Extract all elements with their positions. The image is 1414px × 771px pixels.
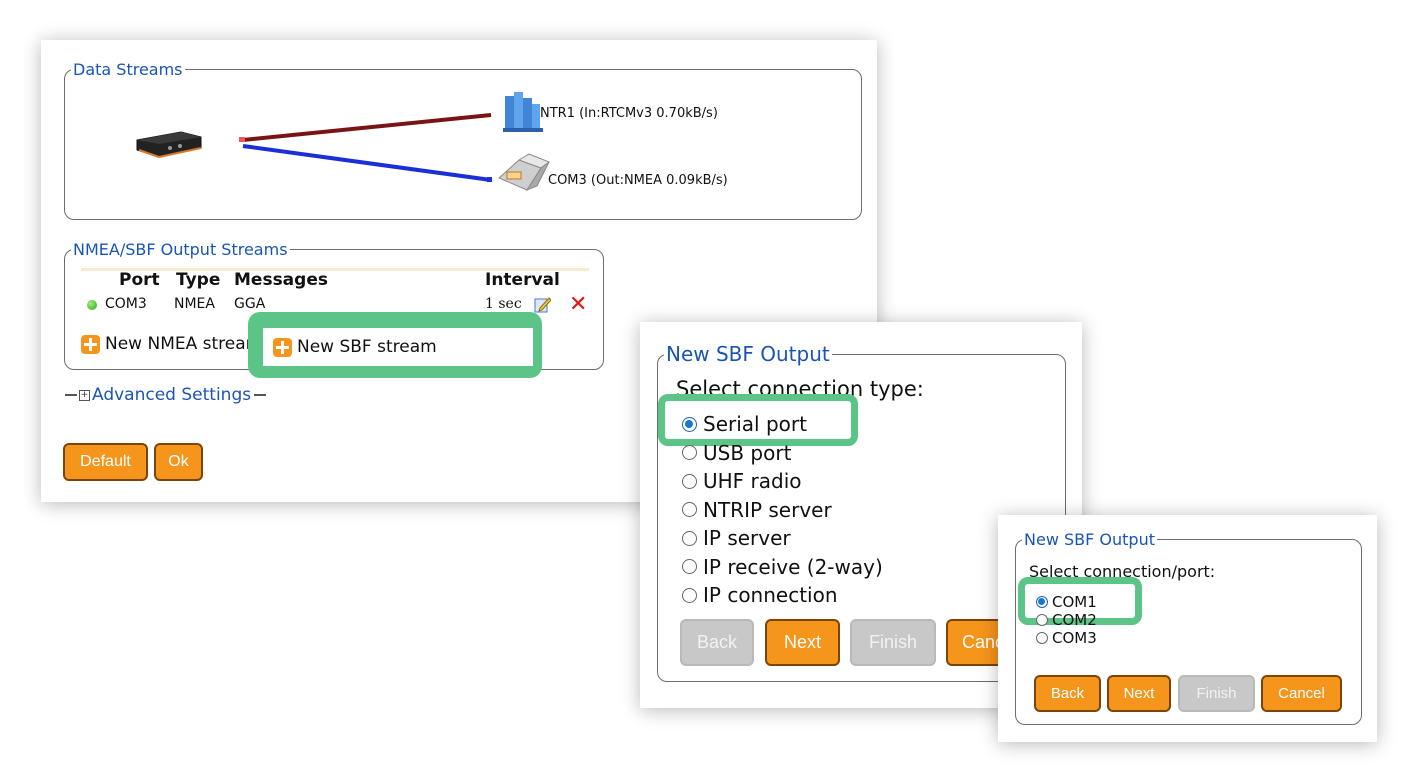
connection-type-option[interactable]: USB port xyxy=(682,441,791,465)
radio-button-icon[interactable] xyxy=(682,587,697,603)
radio-button-icon[interactable] xyxy=(682,416,697,432)
connection-port-option[interactable]: COM2 xyxy=(1036,611,1097,629)
radio-button-icon[interactable] xyxy=(682,502,697,517)
data-streams-diagram xyxy=(136,92,551,192)
connection-port-option[interactable]: COM3 xyxy=(1036,629,1097,647)
edit-icon[interactable] xyxy=(534,296,552,313)
connection-type-option[interactable]: IP receive (2-way) xyxy=(682,555,883,579)
row-port: COM3 xyxy=(105,296,147,312)
wizard-connection-port: New SBF Output Select connection/port: C… xyxy=(998,515,1377,742)
radio-button-icon[interactable] xyxy=(682,445,697,460)
radio-button-icon[interactable] xyxy=(1036,632,1048,644)
connection-type-option[interactable]: UHF radio xyxy=(682,469,802,493)
wizard2-back-button[interactable]: Back xyxy=(1034,675,1101,712)
connection-port-option-label: COM1 xyxy=(1052,593,1097,611)
connection-port-option-label: COM2 xyxy=(1052,611,1097,629)
radio-button-icon[interactable] xyxy=(682,530,697,546)
radio-button-icon[interactable] xyxy=(682,473,697,489)
wizard2-prompt: Select connection/port: xyxy=(1029,562,1216,581)
wizard2-cancel-button[interactable]: Cancel xyxy=(1261,675,1342,712)
col-header-messages: Messages xyxy=(234,270,328,290)
wizard2-finish-button[interactable]: Finish xyxy=(1178,675,1255,712)
wizard1-legend: New SBF Output xyxy=(666,342,830,366)
wizard1-prompt: Select connection type: xyxy=(676,377,924,401)
row-messages: GGA xyxy=(234,296,266,312)
radio-button-icon[interactable] xyxy=(682,559,697,574)
advanced-settings-label: Advanced Settings xyxy=(92,385,252,405)
output-link-line xyxy=(242,144,492,182)
radio-button-icon[interactable] xyxy=(1036,614,1048,626)
connection-type-option-label: IP connection xyxy=(703,583,838,607)
col-header-type: Type xyxy=(176,270,221,290)
radio-button-icon[interactable] xyxy=(1036,596,1048,608)
com-stream-label[interactable]: COM3 (Out:NMEA 0.09kB/s) xyxy=(548,173,728,188)
col-header-interval: Interval xyxy=(485,270,560,290)
wizard1-finish-button[interactable]: Finish xyxy=(850,619,936,666)
connection-port-option[interactable]: COM1 xyxy=(1036,593,1097,611)
connection-type-option-label: IP receive (2-way) xyxy=(703,554,883,579)
advanced-settings-toggle[interactable]: + Advanced Settings xyxy=(65,385,267,405)
connection-type-option-label: Serial port xyxy=(703,412,807,436)
connection-type-option[interactable]: Serial port xyxy=(682,412,807,436)
new-nmea-stream-label: New NMEA stream xyxy=(105,334,263,354)
new-sbf-stream-button[interactable]: New SBF stream xyxy=(263,328,533,366)
ntrip-server-icon xyxy=(503,92,543,132)
plus-icon xyxy=(81,334,100,354)
ok-button[interactable]: Ok xyxy=(154,443,203,481)
ntrip-stream-label[interactable]: NTR1 (In:RTCMv3 0.70kB/s) xyxy=(540,106,718,121)
serial-connector-icon xyxy=(498,153,551,192)
connection-type-option-label: NTRIP server xyxy=(703,497,832,522)
connection-type-option[interactable]: NTRIP server xyxy=(682,498,832,522)
delete-icon[interactable]: ✕ xyxy=(569,292,587,317)
table-header-row: Port Type Messages Interval xyxy=(81,270,589,292)
wizard1-back-button[interactable]: Back xyxy=(680,619,754,666)
col-header-port: Port xyxy=(119,270,160,290)
output-streams-legend: NMEA/SBF Output Streams xyxy=(73,240,288,259)
wizard2-legend: New SBF Output xyxy=(1024,530,1155,549)
connection-type-option-label: UHF radio xyxy=(703,469,802,493)
expand-plus-icon: + xyxy=(79,389,90,401)
status-green-icon xyxy=(87,300,97,310)
wizard2-next-button[interactable]: Next xyxy=(1107,675,1171,712)
connection-port-option-label: COM3 xyxy=(1052,629,1097,647)
default-button[interactable]: Default xyxy=(63,443,148,481)
new-nmea-stream-button[interactable]: New NMEA stream xyxy=(81,332,262,356)
row-type: NMEA xyxy=(174,296,215,312)
receiver-device-icon[interactable] xyxy=(136,131,202,158)
connection-type-option-label: USB port xyxy=(703,440,792,465)
connection-type-option-label: IP server xyxy=(703,526,791,550)
input-link-line xyxy=(242,113,492,142)
connection-type-option[interactable]: IP server xyxy=(682,526,791,550)
connection-type-option[interactable]: IP connection xyxy=(682,583,838,607)
row-interval: 1 sec xyxy=(485,296,522,312)
new-sbf-stream-label: New SBF stream xyxy=(297,337,437,357)
plus-icon xyxy=(273,337,292,357)
wizard1-next-button[interactable]: Next xyxy=(765,619,840,666)
